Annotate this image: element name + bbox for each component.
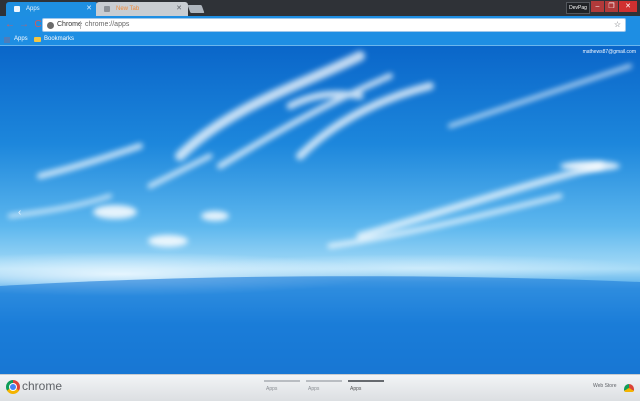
chrome-logo-icon <box>6 380 20 394</box>
web-store-link[interactable]: Web Store <box>593 383 617 389</box>
bookmark-label: Bookmarks <box>44 36 75 42</box>
new-tab-button[interactable] <box>187 5 205 13</box>
toolbar: ← → C Chrome chrome://apps ☆ <box>0 16 640 34</box>
sky-clouds-image <box>0 51 640 374</box>
chrome-brand-text: chrome <box>22 379 63 393</box>
close-window-button[interactable]: ✕ <box>619 1 637 12</box>
previous-page-icon[interactable]: ‹ <box>18 207 21 218</box>
tab-apps[interactable]: Apps ✕ <box>6 2 98 16</box>
url-text[interactable]: chrome://apps <box>85 19 129 31</box>
forward-button[interactable]: → <box>18 18 30 32</box>
profile-button[interactable]: DevPag <box>566 2 590 14</box>
new-tab-favicon-icon <box>104 6 110 12</box>
page-tab-label: Apps <box>350 386 362 392</box>
page-indicator-bar <box>306 380 342 382</box>
apps-bottom-bar: chrome Apps Apps Apps Web Store <box>0 374 640 401</box>
apps-page-background: mathews87@gmail.com ‹ <box>0 46 640 374</box>
close-tab-icon[interactable]: ✕ <box>176 2 182 16</box>
maximize-button[interactable]: ❐ <box>605 1 618 12</box>
page-tab-label: Apps <box>308 386 320 392</box>
back-button[interactable]: ← <box>4 18 16 32</box>
tab-label: Apps <box>26 6 40 12</box>
chrome-page-icon <box>47 22 54 29</box>
bookmark-apps[interactable]: Apps <box>4 34 28 45</box>
tab-new-tab[interactable]: New Tab ✕ <box>96 2 188 16</box>
omnibox-divider <box>80 21 81 29</box>
page-indicator-bar <box>348 380 384 382</box>
omnibox-chip: Chrome <box>57 21 82 28</box>
bookmarks-bar: Apps Bookmarks <box>0 34 640 46</box>
page-switcher-tab[interactable]: Apps <box>264 378 300 398</box>
folder-icon <box>34 37 41 42</box>
minimize-button[interactable]: – <box>591 1 604 12</box>
account-email[interactable]: mathews87@gmail.com <box>583 49 636 55</box>
address-bar[interactable]: Chrome chrome://apps ☆ <box>42 18 626 32</box>
apps-favicon-icon <box>14 6 20 12</box>
page-switcher-tab-active[interactable]: Apps <box>348 378 384 398</box>
page-switcher-tab[interactable]: Apps <box>306 378 342 398</box>
bookmark-folder[interactable]: Bookmarks <box>34 34 74 45</box>
bookmark-label: Apps <box>14 36 28 42</box>
tab-label: New Tab <box>116 6 140 12</box>
close-tab-icon[interactable]: ✕ <box>86 2 92 16</box>
page-indicator-bar <box>264 380 300 382</box>
apps-grid-icon <box>4 37 10 43</box>
tab-strip: Apps ✕ New Tab ✕ DevPag – ❐ ✕ <box>0 0 640 16</box>
web-store-icon[interactable] <box>624 384 634 392</box>
bookmark-star-icon[interactable]: ☆ <box>614 19 621 31</box>
page-tab-label: Apps <box>266 386 278 392</box>
